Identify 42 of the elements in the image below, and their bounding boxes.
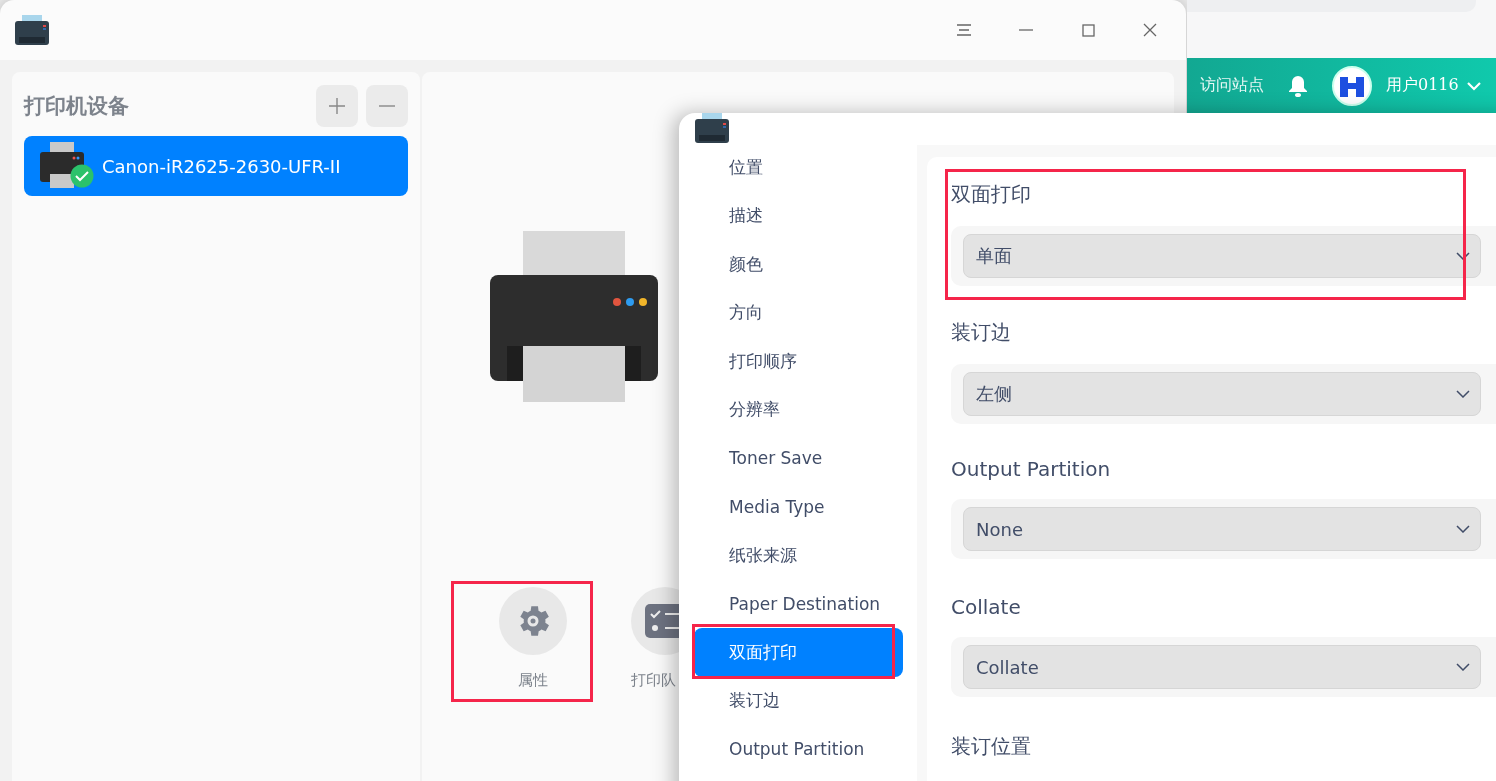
- settings-nav-item[interactable]: 纸张来源: [694, 531, 903, 580]
- section-title: Output Partition: [951, 456, 1112, 481]
- settings-nav-item[interactable]: Paper Destination: [694, 579, 903, 628]
- printer-list-item[interactable]: Canon-iR2625-2630-UFR-II: [24, 136, 408, 196]
- properties-button[interactable]: 属性: [483, 583, 583, 694]
- add-button[interactable]: [316, 85, 358, 127]
- bell-icon[interactable]: [1288, 74, 1308, 97]
- settings-nav-item[interactable]: 双面打印: [694, 628, 903, 677]
- plus-icon: [329, 98, 345, 114]
- user-avatar[interactable]: [1332, 65, 1372, 106]
- section-title: 装订位置: [951, 733, 1032, 760]
- user-name: 用户0116: [1386, 75, 1459, 96]
- printer-icon: [694, 113, 730, 143]
- chevron-down-icon: [1456, 390, 1470, 398]
- maximize-icon: [1081, 23, 1095, 37]
- chevron-down-icon: [1456, 252, 1470, 260]
- menu-icon: [957, 24, 971, 36]
- settings-nav-item[interactable]: Toner Save: [694, 434, 903, 483]
- dropdown[interactable]: None: [963, 507, 1481, 551]
- chevron-down-icon: [1456, 663, 1470, 671]
- dropdown[interactable]: 单面: [963, 234, 1481, 278]
- chevron-down-icon: [1456, 525, 1470, 533]
- panel-title: 打印机设备: [24, 93, 129, 120]
- minus-icon: [379, 105, 395, 107]
- printer-icon: [14, 15, 50, 45]
- settings-nav-item[interactable]: 描述: [694, 191, 903, 240]
- section-title: 双面打印: [951, 181, 1032, 208]
- settings-nav-item[interactable]: 分辨率: [694, 385, 903, 434]
- settings-nav-item[interactable]: 装订边: [694, 676, 903, 725]
- dropdown[interactable]: 左侧: [963, 372, 1481, 416]
- settings-nav-item[interactable]: 颜色: [694, 240, 903, 289]
- section-title: 装订边: [951, 319, 1012, 346]
- close-icon: [1143, 23, 1157, 37]
- dropdown[interactable]: Collate: [963, 645, 1481, 689]
- settings-nav-item[interactable]: 方向: [694, 288, 903, 337]
- settings-nav-item[interactable]: 位置: [694, 143, 903, 192]
- settings-nav-item[interactable]: Output Partition: [694, 725, 903, 774]
- minimize-icon: [1019, 29, 1033, 31]
- section-title: Collate: [951, 594, 1022, 619]
- chevron-down-icon[interactable]: [1466, 80, 1481, 91]
- settings-nav-item[interactable]: 打印顺序: [694, 337, 903, 386]
- settings-nav-item[interactable]: Media Type: [694, 482, 903, 531]
